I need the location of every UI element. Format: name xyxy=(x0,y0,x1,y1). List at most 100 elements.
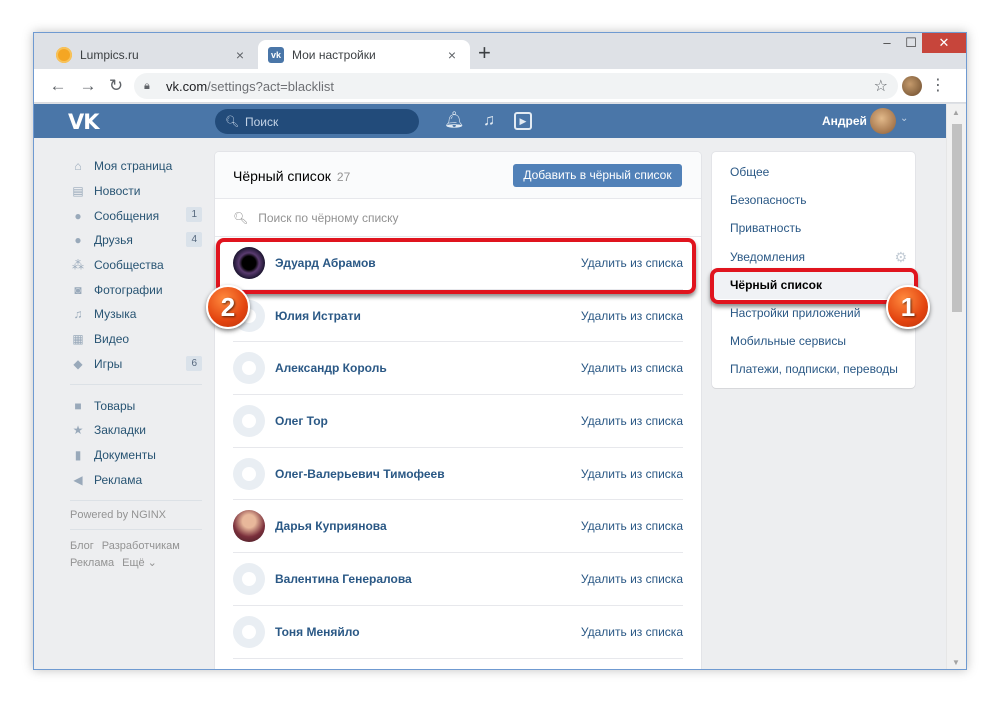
left-menu-item[interactable]: ◆ Игры 6 xyxy=(70,352,204,377)
new-tab-button[interactable]: + xyxy=(478,42,491,64)
left-menu-item[interactable]: ♫ Музыка xyxy=(70,302,204,327)
music-icon: ♫ xyxy=(73,307,83,322)
back-arrow-icon[interactable]: ← xyxy=(48,76,68,96)
vk-header: VK 🔍︎ Поиск 🔔︎ ♫ ▶ Андрей ⌄ xyxy=(34,104,948,138)
left-menu-item[interactable]: ▤ Новости xyxy=(70,179,204,204)
remove-from-list-link[interactable]: Удалить из списка xyxy=(581,414,683,428)
left-menu-item[interactable]: ● Сообщения 1 xyxy=(70,203,204,228)
browser-menu-icon[interactable]: ⋮ xyxy=(930,76,946,96)
footer-link-ads[interactable]: Реклама xyxy=(70,557,114,569)
left-menu-label: Сообщения xyxy=(94,208,160,223)
tab-vk-settings[interactable]: vk Мои настройки × xyxy=(258,40,470,69)
user-name-link[interactable]: Олег-Валерьевич Тимофеев xyxy=(275,467,581,481)
user-name-link[interactable]: Тоня Меняйло xyxy=(275,625,581,639)
counter-badge: 6 xyxy=(186,355,202,371)
step-badge-1: 1 xyxy=(886,285,930,329)
home-icon: ⌂ xyxy=(74,159,82,174)
close-window-icon[interactable]: ✕ xyxy=(922,33,966,53)
profile-avatar-icon[interactable] xyxy=(902,76,922,96)
user-name-link[interactable]: Дарья Куприянова xyxy=(275,519,581,533)
maximize-icon[interactable]: ☐ xyxy=(900,33,922,53)
avatar[interactable] xyxy=(233,510,265,543)
settings-menu-item[interactable]: Безопасность xyxy=(712,186,915,214)
left-menu-label: Друзья xyxy=(94,233,133,248)
video-play-icon[interactable]: ▶ xyxy=(514,112,532,130)
friends-icon: ● xyxy=(74,233,82,248)
blacklist-row: Тоня Меняйло Удалить из списка xyxy=(233,606,683,659)
close-tab-icon[interactable]: × xyxy=(232,47,248,63)
settings-menu-item[interactable]: Мобильные сервисы xyxy=(712,327,915,355)
avatar[interactable] xyxy=(233,404,265,437)
scroll-up-icon[interactable]: ▲ xyxy=(952,108,960,117)
forward-arrow-icon[interactable]: → xyxy=(78,76,98,96)
settings-menu-item[interactable]: Приватность xyxy=(712,214,915,242)
remove-from-list-link[interactable]: Удалить из списка xyxy=(581,625,683,639)
avatar[interactable] xyxy=(233,615,265,648)
left-menu-item[interactable]: ▦ Видео xyxy=(70,327,204,352)
left-menu-item[interactable]: ★ Закладки xyxy=(70,418,204,443)
ads-icon: ◀ xyxy=(73,472,83,487)
blacklist-search-input[interactable]: 🔍︎ Поиск по чёрному списку xyxy=(215,199,701,237)
blacklist-row: Олег Тор Удалить из списка xyxy=(233,395,683,448)
left-menu-label: Закладки xyxy=(94,423,146,438)
user-name-link[interactable]: Валентина Генералова xyxy=(275,572,581,586)
music-note-icon[interactable]: ♫ xyxy=(483,111,495,131)
remove-from-list-link[interactable]: Удалить из списка xyxy=(581,519,683,533)
vk-logo[interactable]: VK xyxy=(68,110,100,134)
left-menu-label: Фотографии xyxy=(94,282,163,297)
gear-icon[interactable]: ⚙ xyxy=(894,249,907,265)
page-scrollbar[interactable]: ▲ ▼ xyxy=(946,104,966,669)
footer-link-developers[interactable]: Разработчикам xyxy=(102,540,180,552)
user-name[interactable]: Андрей xyxy=(822,114,867,128)
left-menu-label: Сообщества xyxy=(94,258,164,273)
user-avatar[interactable] xyxy=(870,108,896,134)
settings-menu-item[interactable]: Уведомления ⚙ xyxy=(712,243,915,271)
shop-icon: ■ xyxy=(74,398,82,413)
vk-search-input[interactable]: 🔍︎ Поиск xyxy=(215,109,419,134)
left-menu-item[interactable]: ◙ Фотографии xyxy=(70,277,204,302)
blacklist-row: Дарья Куприянова Удалить из списка xyxy=(233,500,683,554)
user-name-link[interactable]: Юлия Истрати xyxy=(275,309,581,323)
scrollbar-thumb[interactable] xyxy=(952,124,962,312)
url-path: /settings?act=blacklist xyxy=(207,78,334,94)
footer-link-more[interactable]: Ещё ⌄ xyxy=(122,557,157,569)
left-menu-label: Игры xyxy=(94,356,123,371)
menu-divider xyxy=(70,499,202,501)
avatar[interactable] xyxy=(233,562,265,595)
avatar[interactable] xyxy=(233,352,265,385)
left-menu-label: Новости xyxy=(94,184,141,199)
left-menu-item[interactable]: ● Друзья 4 xyxy=(70,228,204,253)
tab-lumpics[interactable]: Lumpics.ru × xyxy=(46,40,258,69)
remove-from-list-link[interactable]: Удалить из списка xyxy=(581,309,683,323)
minimize-icon[interactable]: – xyxy=(874,33,900,53)
tab-bar: Lumpics.ru × vk Мои настройки × + – ☐ ✕ xyxy=(34,33,966,69)
scroll-down-icon[interactable]: ▼ xyxy=(952,658,960,667)
avatar[interactable] xyxy=(233,457,265,490)
left-menu-item[interactable]: ◀ Реклама xyxy=(70,467,204,492)
close-tab-icon[interactable]: × xyxy=(444,47,460,63)
remove-from-list-link[interactable]: Удалить из списка xyxy=(581,572,683,586)
add-to-blacklist-button[interactable]: Добавить в чёрный список xyxy=(513,164,682,187)
highlight-box-row xyxy=(216,238,696,294)
remove-from-list-link[interactable]: Удалить из списка xyxy=(581,361,683,375)
groups-icon: ⁂ xyxy=(72,258,84,273)
blacklist-row: Олег-Валерьевич Тимофеев Удалить из списк… xyxy=(233,448,683,501)
bookmark-star-icon[interactable]: ☆ xyxy=(874,76,888,96)
reload-icon[interactable]: ↻ xyxy=(106,76,126,96)
notifications-bell-icon[interactable]: 🔔︎ xyxy=(444,111,464,131)
left-menu-item[interactable]: ▮ Документы xyxy=(70,443,204,468)
blacklist-count: 27 xyxy=(336,170,351,184)
tab-title: Lumpics.ru xyxy=(80,47,139,62)
footer-link-blog[interactable]: Блог xyxy=(70,540,94,552)
left-menu-item[interactable]: ■ Товары xyxy=(70,393,204,418)
left-menu-item[interactable]: ⌂ Моя страница xyxy=(70,154,204,179)
user-name-link[interactable]: Александр Король xyxy=(275,361,581,375)
left-menu-item[interactable]: ⁂ Сообщества xyxy=(70,253,204,278)
tab-title: Мои настройки xyxy=(292,47,376,62)
settings-menu-item[interactable]: Общее xyxy=(712,158,915,186)
settings-menu-item[interactable]: Платежи, подписки, переводы xyxy=(712,355,915,383)
user-name-link[interactable]: Олег Тор xyxy=(275,414,581,428)
chevron-down-icon[interactable]: ⌄ xyxy=(900,113,908,124)
address-bar[interactable]: 🔒︎ vk.com/settings?act=blacklist ☆ xyxy=(134,73,898,99)
remove-from-list-link[interactable]: Удалить из списка xyxy=(581,467,683,481)
